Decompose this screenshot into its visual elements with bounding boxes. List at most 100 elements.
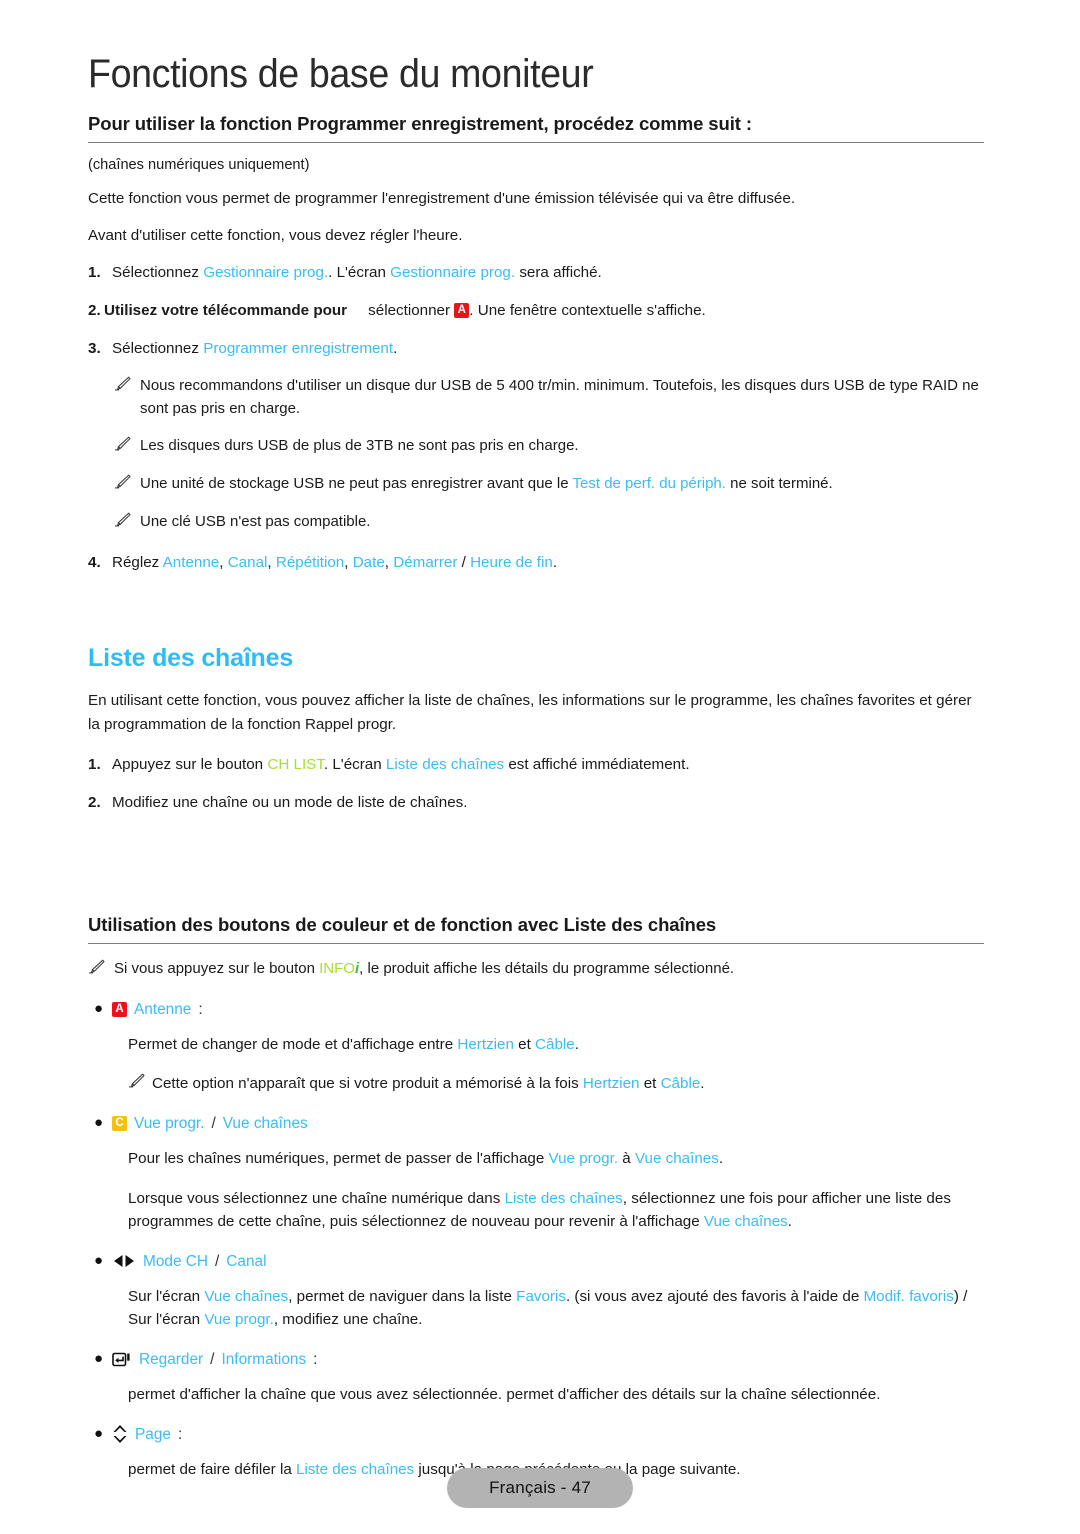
bullet-dot-icon: ● [94, 1424, 104, 1442]
page-number-badge: Français - 47 [447, 1468, 633, 1508]
sub-heading-schedule: Pour utiliser la fonction Programmer enr… [88, 113, 984, 143]
bullet-dot-icon: ● [94, 1251, 104, 1269]
step-number: 2. [88, 794, 101, 812]
label-regarder[interactable]: Regarder [139, 1348, 203, 1371]
link-vue-chaines-3[interactable]: Vue chaînes [204, 1288, 288, 1305]
step-text-part: Sélectionnez [112, 263, 204, 281]
bullet-dot-icon: ● [94, 1113, 104, 1131]
note-usb-hdd-rpm: Nous recommandons d'utiliser un disque d… [114, 375, 984, 421]
key-c-badge[interactable]: C [112, 1115, 127, 1131]
channel-list-step-2: 2. Modifiez une chaîne ou un mode de lis… [88, 792, 984, 815]
colon: : [313, 1350, 318, 1368]
link-vue-chaines-2[interactable]: Vue chaînes [704, 1213, 788, 1230]
desc-part: , permet de naviguer dans la liste [288, 1287, 517, 1305]
step-number: 1. [88, 756, 101, 774]
key-info[interactable]: INFO [319, 960, 355, 977]
key-ch-list[interactable]: CH LIST [267, 756, 324, 773]
link-programmer-enregistrement[interactable]: Programmer enregistrement [203, 340, 393, 357]
schedule-step-1: 1. Sélectionnez Gestionnaire prog.. L'éc… [88, 262, 984, 285]
pencil-icon [114, 435, 140, 459]
note-text: Une clé USB n'est pas compatible. [140, 512, 371, 530]
button-item-page: ● Page : [88, 1423, 984, 1446]
label-vue-progr[interactable]: Vue progr. [134, 1112, 204, 1135]
link-hertzien[interactable]: Hertzien [457, 1036, 514, 1053]
step-text: Appuyez sur le bouton CH LIST. L'écran L… [112, 754, 984, 777]
link-liste-des-chaines-2[interactable]: Liste des chaînes [505, 1190, 623, 1207]
button-item-vue-progr: ● C Vue progr. / Vue chaînes [88, 1112, 984, 1135]
link-repetition[interactable]: Répétition [276, 554, 344, 571]
note-text: Nous recommandons d'utiliser un disque d… [140, 377, 979, 418]
link-liste-des-chaines[interactable]: Liste des chaînes [386, 756, 504, 773]
label-vue-chaines[interactable]: Vue chaînes [223, 1112, 308, 1135]
slash-separator: / [215, 1252, 220, 1270]
desc-part: Sur l'écran [128, 1287, 205, 1305]
key-a-badge[interactable]: A [454, 302, 470, 318]
digital-channels-note: (chaînes numériques uniquement) [88, 156, 310, 173]
label-canal[interactable]: Canal [226, 1250, 266, 1273]
up-down-arrows-icon[interactable] [112, 1424, 128, 1444]
label-page[interactable]: Page [135, 1423, 171, 1446]
desc-part: , modifiez une chaîne. [273, 1311, 423, 1329]
button-item-regarder: ● Regarder / Informations : [88, 1348, 984, 1371]
desc-part: . [574, 1035, 579, 1053]
desc-part: . [787, 1213, 792, 1231]
channel-list-intro: En utilisant cette fonction, vous pouvez… [88, 692, 972, 733]
button-item-mode-ch: ● Mode CH / Canal [88, 1250, 984, 1273]
colon: : [198, 1000, 203, 1018]
desc-part: à [618, 1149, 635, 1167]
note-text-part: et [639, 1075, 661, 1093]
bullet-dot-icon: ● [94, 999, 104, 1017]
link-gestionnaire-prog[interactable]: Gestionnaire prog. [203, 264, 328, 281]
link-canal[interactable]: Canal [228, 554, 268, 571]
page-title: Fonctions de base du moniteur [88, 52, 594, 96]
link-demarrer[interactable]: Démarrer [393, 554, 457, 571]
schedule-step-2: 2. Utilisez votre télécommande pour séle… [88, 300, 984, 323]
step-text-part: / [457, 554, 471, 572]
link-cable[interactable]: Câble [535, 1036, 575, 1053]
step-text: Sélectionnez Programmer enregistrement. [112, 338, 984, 361]
label-antenne[interactable]: Antenne [134, 998, 191, 1021]
desc-part: . (si vous avez ajouté des favoris à l'a… [565, 1287, 864, 1305]
step-bold-text: Utilisez votre télécommande pour [104, 301, 348, 319]
desc-regarder: permet d'afficher la chaîne que vous ave… [128, 1385, 881, 1403]
link-vue-progr[interactable]: Vue progr. [549, 1150, 619, 1167]
note-text-part: Si vous appuyez sur le bouton [114, 959, 320, 977]
link-vue-progr-2[interactable]: Vue progr. [204, 1311, 274, 1328]
colon: : [177, 1425, 183, 1443]
step-text: Utilisez votre télécommande pour sélecti… [104, 300, 984, 323]
link-vue-chaines[interactable]: Vue chaînes [635, 1150, 719, 1167]
note-info-button: Si vous appuyez sur le bouton INFOi, le … [88, 958, 984, 982]
link-heure-de-fin[interactable]: Heure de fin [470, 554, 553, 571]
desc-part: . [718, 1149, 724, 1167]
link-antenne[interactable]: Antenne [163, 554, 220, 571]
step-text-part: . Une fenêtre contextuelle s'affiche. [469, 301, 706, 319]
desc-part: Permet de changer de mode et d'affichage… [128, 1035, 458, 1053]
step-text: Sélectionnez Gestionnaire prog.. L'écran… [112, 262, 984, 285]
link-hertzien-2[interactable]: Hertzien [583, 1075, 640, 1092]
label-informations[interactable]: Informations [221, 1348, 306, 1371]
desc-vue-progr-1: Pour les chaînes numériques, permet de p… [88, 1147, 984, 1171]
step-text-part: . L'écran [328, 263, 391, 281]
step-text-part: sera affiché. [515, 263, 602, 281]
link-test-perf-periph[interactable]: Test de perf. du périph. [573, 475, 726, 492]
link-date[interactable]: Date [353, 554, 385, 571]
note-text: Si vous appuyez sur le bouton INFOi, le … [114, 958, 984, 982]
label-mode-ch[interactable]: Mode CH [143, 1250, 208, 1273]
left-right-arrows-icon[interactable] [112, 1254, 136, 1268]
step-text-part: , [344, 554, 353, 572]
enter-key-icon[interactable] [112, 1352, 132, 1367]
link-cable-2[interactable]: Câble [661, 1075, 701, 1092]
key-a-badge[interactable]: A [112, 1001, 127, 1017]
desc-vue-progr-2: Lorsque vous sélectionnez une chaîne num… [88, 1187, 984, 1234]
link-favoris[interactable]: Favoris [516, 1288, 566, 1305]
step-text-part: . [393, 339, 398, 357]
pencil-icon [114, 511, 140, 535]
step-text-part: Réglez [112, 554, 163, 572]
step-text: Réglez Antenne, Canal, Répétition, Date,… [112, 552, 984, 575]
desc-part: Pour les chaînes numériques, permet de p… [128, 1149, 549, 1167]
step-number: 2. [88, 301, 101, 319]
step-text-part: . [552, 554, 558, 572]
note-antenne-condition: Cette option n'apparaît que si votre pro… [88, 1072, 984, 1096]
link-gestionnaire-prog-2[interactable]: Gestionnaire prog. [390, 264, 515, 281]
link-modif-favoris[interactable]: Modif. favoris [864, 1288, 954, 1305]
